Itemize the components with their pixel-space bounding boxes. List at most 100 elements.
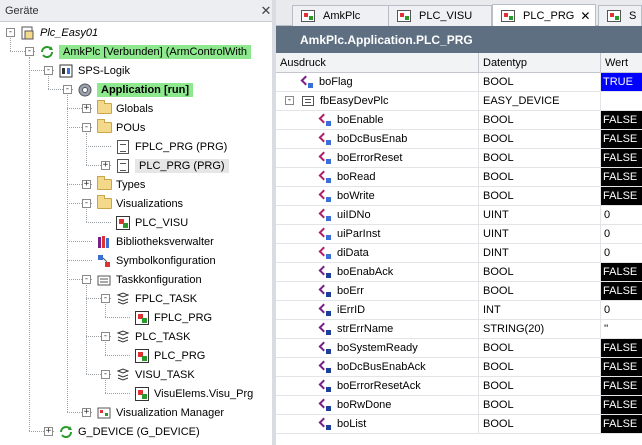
tree-item-pous[interactable]: POUs	[96, 118, 145, 137]
value-cell[interactable]: FALSE	[601, 111, 642, 129]
expression-cell[interactable]: strErrName	[276, 320, 479, 338]
expression-cell[interactable]: uiIDNo	[276, 206, 479, 224]
value-cell[interactable]: 0	[601, 206, 642, 224]
value-cell[interactable]: 0	[601, 301, 642, 319]
value-cell[interactable]: 0	[601, 225, 642, 243]
tree-item-application[interactable]: Application [run]	[77, 80, 193, 99]
collapse-icon[interactable]: -	[101, 294, 110, 303]
expression-cell[interactable]: - fbEasyDevPlc	[276, 92, 479, 110]
tree-item-project[interactable]: Plc_Easy01	[20, 23, 98, 42]
value-cell[interactable]: FALSE	[601, 358, 642, 376]
tree-item-plc-prg-call[interactable]: PLC_PRG	[134, 346, 205, 365]
tree-item-types[interactable]: Types	[96, 175, 145, 194]
table-row[interactable]: iErrID INT 0	[276, 301, 642, 320]
tree-item-symbol[interactable]: Symbolkonfiguration	[96, 251, 216, 270]
tree-item-visu-manager[interactable]: Visualization Manager	[96, 403, 224, 422]
tree-item-device[interactable]: AmkPlc [Verbunden] (ArmControlWith	[39, 42, 252, 61]
expression-cell[interactable]: diData	[276, 244, 479, 262]
tree-item-task-config[interactable]: Taskkonfiguration	[96, 270, 202, 289]
expression-cell[interactable]: boSystemReady	[276, 339, 479, 357]
table-row[interactable]: - fbEasyDevPlc EASY_DEVICE	[276, 92, 642, 111]
table-row[interactable]: boErrorReset BOOL FALSE	[276, 149, 642, 168]
table-row[interactable]: boErrorResetAck BOOL FALSE	[276, 377, 642, 396]
value-cell[interactable]: FALSE	[601, 263, 642, 281]
tree-item-visualizations[interactable]: Visualizations	[96, 194, 183, 213]
expression-cell[interactable]: boRead	[276, 168, 479, 186]
expression-cell[interactable]: iErrID	[276, 301, 479, 319]
tree-item-sps-logik[interactable]: SPS-Logik	[58, 61, 130, 80]
tree-item-fplc-task[interactable]: FPLC_TASK	[115, 289, 197, 308]
value-cell[interactable]: FALSE	[601, 415, 642, 433]
table-row[interactable]: uiIDNo UINT 0	[276, 206, 642, 225]
table-row[interactable]: boErr BOOL FALSE	[276, 282, 642, 301]
table-row[interactable]: boSystemReady BOOL FALSE	[276, 339, 642, 358]
expression-cell[interactable]: boRwDone	[276, 396, 479, 414]
value-cell[interactable]: FALSE	[601, 130, 642, 148]
tab-plc-prg[interactable]: PLC_PRG ✕	[492, 4, 596, 26]
column-header-datatype[interactable]: Datentyp	[479, 53, 601, 72]
tree-item-visu-task[interactable]: VISU_TASK	[115, 365, 195, 384]
table-row[interactable]: strErrName STRING(20) ''	[276, 320, 642, 339]
tab-overflow[interactable]: S	[598, 5, 642, 26]
expression-cell[interactable]: uiParInst	[276, 225, 479, 243]
tree-item-plc-prg[interactable]: PLC_PRG (PRG)	[115, 156, 229, 175]
expand-icon[interactable]: +	[82, 408, 91, 417]
column-header-value[interactable]: Wert	[601, 53, 642, 72]
tree-item-visu-prg-call[interactable]: VisuElems.Visu_Prg	[134, 384, 253, 403]
tree-item-plc-visu[interactable]: PLC_VISU	[115, 213, 188, 232]
table-row[interactable]: diData DINT 0	[276, 244, 642, 263]
value-cell[interactable]: FALSE	[601, 187, 642, 205]
collapse-icon[interactable]: -	[285, 96, 294, 105]
close-tab-icon[interactable]: ✕	[580, 9, 590, 23]
table-row[interactable]: boDcBusEnab BOOL FALSE	[276, 130, 642, 149]
expression-cell[interactable]: boEnable	[276, 111, 479, 129]
expression-cell[interactable]: boDcBusEnabAck	[276, 358, 479, 376]
collapse-icon[interactable]: -	[25, 47, 34, 56]
table-row[interactable]: boDcBusEnabAck BOOL FALSE	[276, 358, 642, 377]
tab-amkplc[interactable]: AmkPlc	[292, 5, 392, 26]
table-row[interactable]: boEnable BOOL FALSE	[276, 111, 642, 130]
expand-icon[interactable]: +	[82, 104, 91, 113]
tree-item-globals[interactable]: Globals	[96, 99, 153, 118]
column-header-expression[interactable]: Ausdruck	[276, 53, 479, 72]
value-cell[interactable]: 0	[601, 244, 642, 262]
tree-item-plc-task[interactable]: PLC_TASK	[115, 327, 190, 346]
collapse-icon[interactable]: -	[101, 332, 110, 341]
collapse-icon[interactable]: -	[44, 66, 53, 75]
value-cell[interactable]: FALSE	[601, 168, 642, 186]
collapse-icon[interactable]: -	[63, 85, 72, 94]
tree-item-g-device[interactable]: G_DEVICE (G_DEVICE)	[58, 422, 200, 441]
expression-cell[interactable]: boErrorReset	[276, 149, 479, 167]
expand-icon[interactable]: +	[82, 180, 91, 189]
table-row[interactable]: boWrite BOOL FALSE	[276, 187, 642, 206]
expression-cell[interactable]: boEnabAck	[276, 263, 479, 281]
collapse-icon[interactable]: -	[82, 123, 91, 132]
expression-cell[interactable]: boList	[276, 415, 479, 433]
expression-cell[interactable]: boErrorResetAck	[276, 377, 479, 395]
table-row[interactable]: boRead BOOL FALSE	[276, 168, 642, 187]
table-row[interactable]: boRwDone BOOL FALSE	[276, 396, 642, 415]
value-cell[interactable]	[601, 92, 642, 110]
value-cell[interactable]: FALSE	[601, 396, 642, 414]
tree-item-bibliothek[interactable]: Bibliotheksverwalter	[96, 232, 214, 251]
value-cell[interactable]: FALSE	[601, 282, 642, 300]
expression-cell[interactable]: boErr	[276, 282, 479, 300]
expand-icon[interactable]: +	[44, 427, 53, 436]
value-cell[interactable]: FALSE	[601, 377, 642, 395]
table-row[interactable]: boList BOOL FALSE	[276, 415, 642, 434]
collapse-icon[interactable]: -	[82, 199, 91, 208]
tab-plc-visu[interactable]: PLC_VISU	[388, 5, 492, 26]
expand-icon[interactable]: +	[101, 161, 110, 170]
collapse-icon[interactable]: -	[82, 275, 91, 284]
expression-cell[interactable]: boWrite	[276, 187, 479, 205]
value-cell[interactable]: TRUE	[601, 73, 642, 91]
expression-cell[interactable]: boDcBusEnab	[276, 130, 479, 148]
tree-item-fplc-prg[interactable]: FPLC_PRG (PRG)	[115, 137, 227, 156]
table-row[interactable]: boFlag BOOL TRUE	[276, 73, 642, 92]
table-row[interactable]: uiParInst UINT 0	[276, 225, 642, 244]
expression-cell[interactable]: boFlag	[276, 73, 479, 91]
value-cell[interactable]: FALSE	[601, 149, 642, 167]
tree-item-fplc-prg-call[interactable]: FPLC_PRG	[134, 308, 212, 327]
value-cell[interactable]: FALSE	[601, 339, 642, 357]
collapse-icon[interactable]: -	[6, 28, 15, 37]
